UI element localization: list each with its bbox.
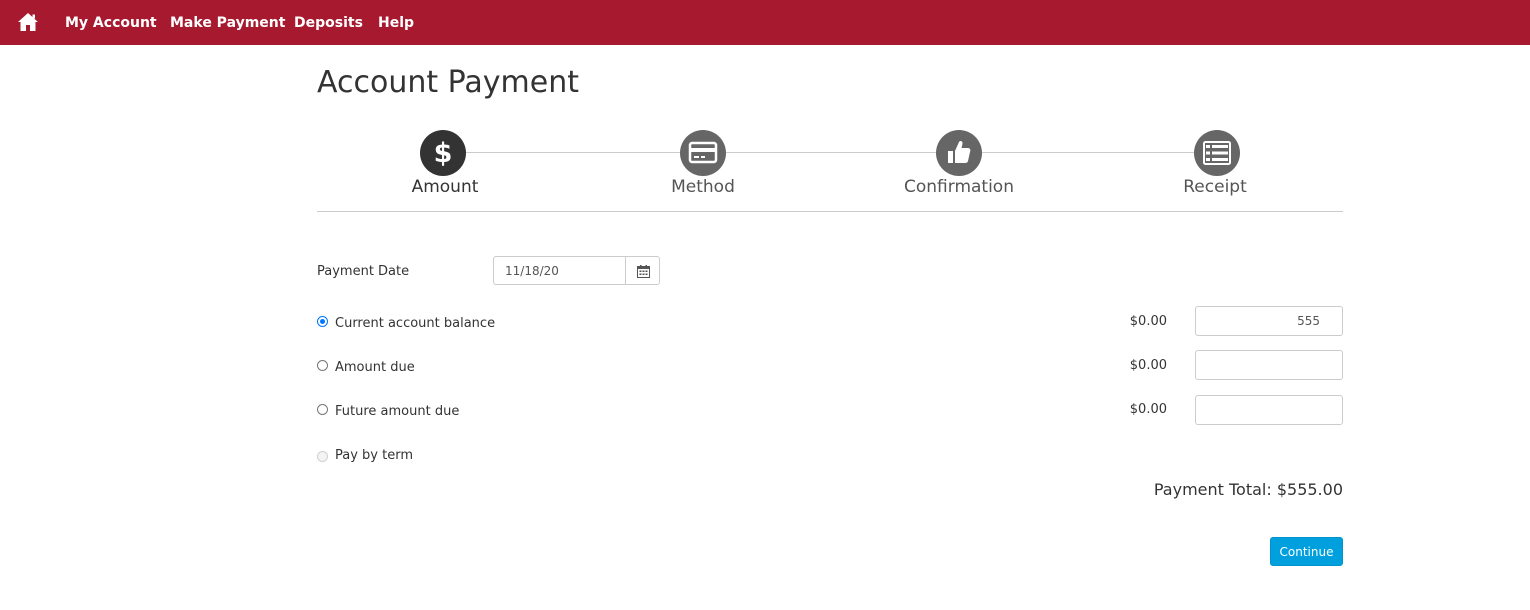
future-amount-due-value: $0.00 [1129, 402, 1167, 417]
current-account-balance-value: $0.00 [1129, 314, 1167, 329]
radio-amount-due[interactable] [317, 360, 328, 371]
radio-future-amount-due[interactable] [317, 404, 328, 415]
amount-due-value: $0.00 [1129, 358, 1167, 373]
thumbs-up-icon [948, 140, 971, 163]
list-icon [1203, 141, 1231, 165]
top-navbar: My Account Make Payment Deposits Help [0, 0, 1530, 45]
credit-card-icon [688, 141, 718, 164]
nav-my-account[interactable]: My Account [65, 14, 157, 32]
divider [317, 211, 1343, 212]
step-receipt-label: Receipt [1183, 177, 1247, 197]
payment-date-input[interactable] [493, 256, 626, 285]
current-account-balance-amount-input[interactable] [1195, 306, 1343, 336]
home-icon[interactable] [17, 12, 39, 32]
step-confirmation-label: Confirmation [904, 177, 1014, 197]
calendar-icon [637, 265, 650, 278]
nav-deposits[interactable]: Deposits [294, 14, 363, 32]
nav-help[interactable]: Help [378, 14, 414, 32]
radio-pay-by-term [317, 451, 328, 462]
continue-button[interactable]: Continue [1270, 537, 1343, 566]
nav-make-payment[interactable]: Make Payment [170, 14, 285, 32]
amount-due-amount-input[interactable] [1195, 350, 1343, 380]
step-confirmation-circle [936, 130, 982, 176]
current-account-balance-label: Current account balance [335, 316, 496, 331]
step-receipt-circle [1194, 130, 1240, 176]
payment-total: Payment Total: $555.00 [1153, 480, 1343, 499]
radio-current-account-balance[interactable] [317, 316, 328, 327]
step-amount-circle: $ [420, 130, 466, 176]
amount-due-label: Amount due [335, 360, 415, 375]
calendar-button[interactable] [625, 256, 660, 285]
step-amount-label: Amount [411, 177, 479, 197]
page-title: Account Payment [317, 65, 580, 100]
future-amount-due-amount-input[interactable] [1195, 395, 1343, 425]
dollar-icon: $ [434, 138, 453, 169]
step-method-label: Method [671, 177, 735, 197]
step-connector [466, 152, 680, 153]
svg-text:$: $ [434, 138, 453, 169]
payment-date-label: Payment Date [317, 264, 410, 279]
pay-by-term-label: Pay by term [335, 448, 413, 463]
step-connector [982, 152, 1194, 153]
step-connector [726, 152, 936, 153]
future-amount-due-label: Future amount due [335, 404, 460, 419]
step-method-circle [680, 130, 726, 176]
